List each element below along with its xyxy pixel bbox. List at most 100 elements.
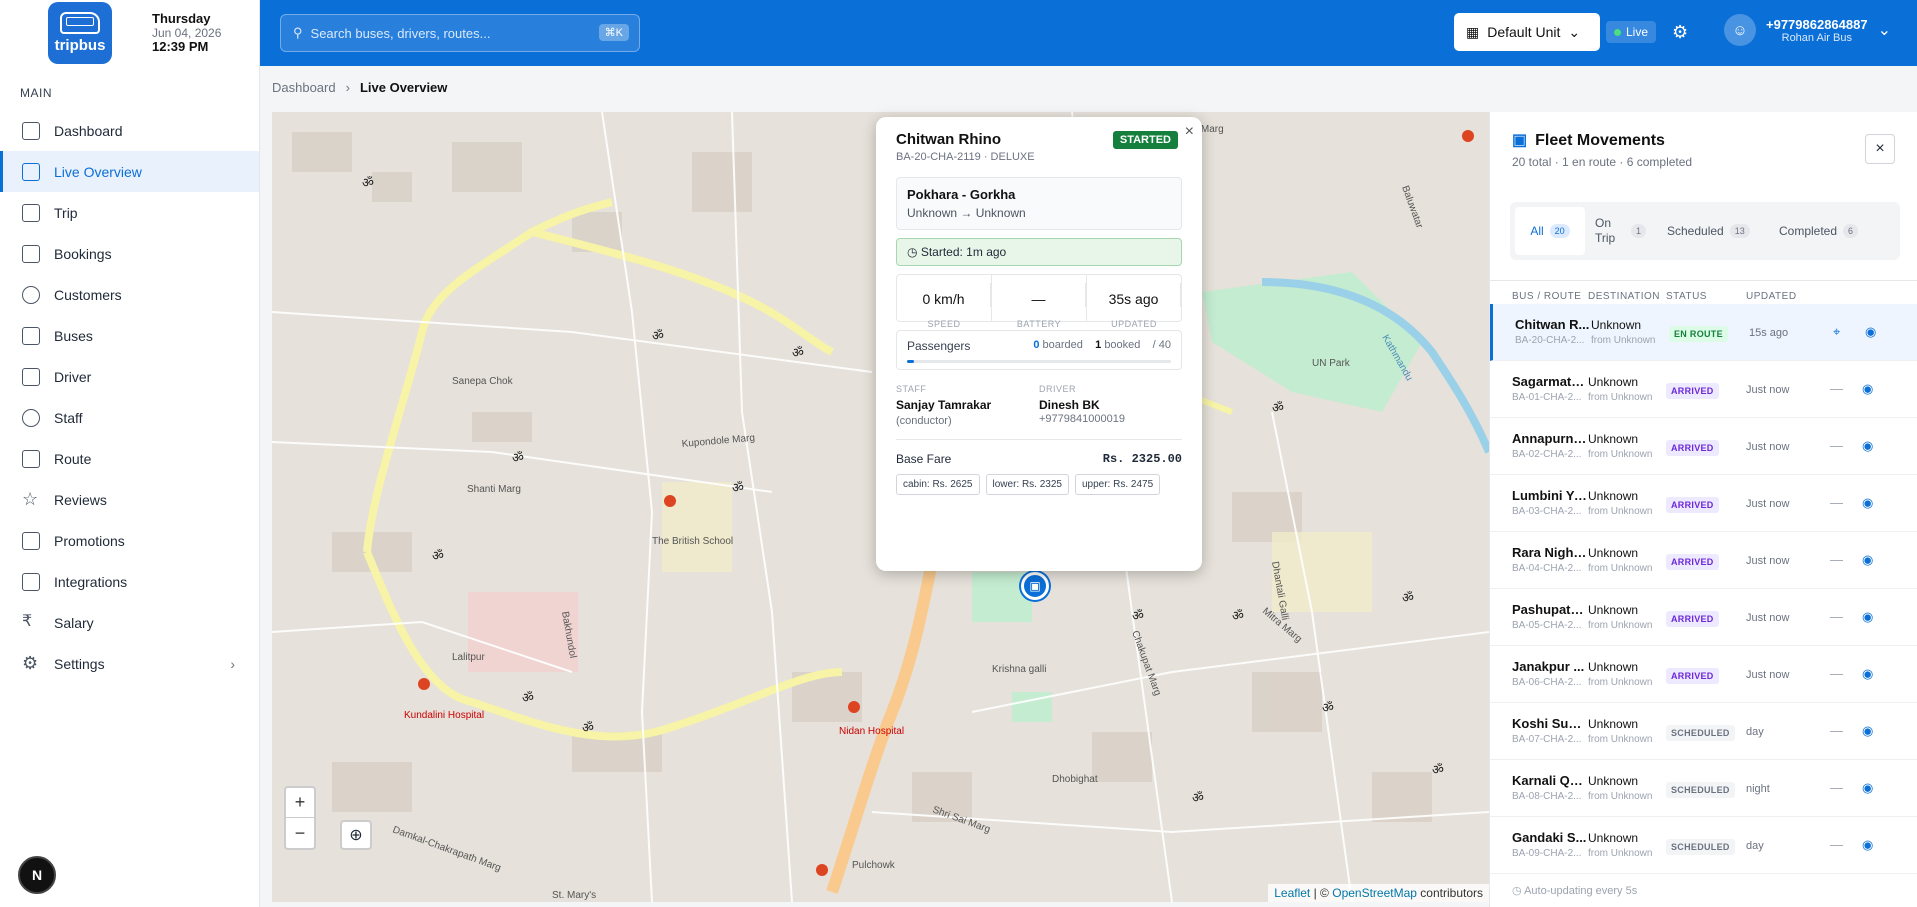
table-row[interactable]: Koshi Super BA-07-CHA-2... Unknown from Unk… bbox=[1490, 703, 1917, 760]
svg-text:ॐ: ॐ bbox=[522, 691, 534, 706]
fleet-subtitle: 20 total · 1 en route · 6 completed bbox=[1512, 155, 1693, 169]
status-badge: ARRIVED bbox=[1666, 440, 1719, 456]
booked-text: booked bbox=[1104, 339, 1141, 351]
date-time: Thursday Jun 04, 2026 12:39 PM bbox=[152, 12, 221, 54]
sidebar-item-dashboard[interactable]: Dashboard bbox=[0, 110, 259, 151]
table-row[interactable]: Pashupati ... BA-05-CHA-2... Unknown from U… bbox=[1490, 589, 1917, 646]
table-row[interactable]: Annapurna... BA-02-CHA-2... Unknown from Un… bbox=[1490, 418, 1917, 475]
table-row[interactable]: Janakpur ... BA-06-CHA-2... Unknown from Un… bbox=[1490, 646, 1917, 703]
tab-scheduled[interactable]: Scheduled 13 bbox=[1657, 224, 1769, 238]
dash-icon: — bbox=[1830, 723, 1843, 738]
unit-select[interactable]: ▦ Default Unit ⌄ bbox=[1454, 13, 1600, 51]
stat-value: — bbox=[992, 283, 1086, 307]
live-dot-icon bbox=[1614, 28, 1621, 36]
sidebar-item-driver[interactable]: Driver bbox=[0, 356, 259, 397]
svg-text:ॐ: ॐ bbox=[1232, 609, 1244, 624]
user-avatar-icon: ☺ bbox=[1724, 14, 1756, 46]
breadcrumb-root[interactable]: Dashboard bbox=[272, 80, 336, 95]
chevron-down-icon: ⌄ bbox=[1877, 22, 1891, 39]
user-initial-avatar[interactable]: N bbox=[18, 856, 56, 894]
bus-plate: BA-05-CHA-2... bbox=[1512, 620, 1582, 631]
brand-area: tripbus Thursday Jun 04, 2026 12:39 PM bbox=[0, 0, 260, 66]
view-eye-icon[interactable]: ◉ bbox=[1865, 324, 1876, 340]
status-badge: ARRIVED bbox=[1666, 554, 1719, 570]
map-label: Nidan Hospital bbox=[839, 726, 904, 737]
table-row[interactable]: Lumbini Ya... BA-03-CHA-2... Unknown from U… bbox=[1490, 475, 1917, 532]
sidebar-item-bookings[interactable]: Bookings bbox=[0, 233, 259, 274]
fare-chip: cabin: Rs. 2625 bbox=[896, 474, 980, 495]
dash-icon: — bbox=[1830, 495, 1843, 510]
view-eye-icon[interactable]: ◉ bbox=[1862, 495, 1873, 511]
view-eye-icon[interactable]: ◉ bbox=[1862, 780, 1873, 796]
table-row[interactable]: Chitwan R... BA-20-CHA-2... Unknown from Un… bbox=[1490, 304, 1917, 361]
stat-value: 0 km/h bbox=[897, 283, 991, 307]
locate-icon[interactable]: ⌖ bbox=[1833, 324, 1840, 340]
table-row[interactable]: Sagarmath... BA-01-CHA-2... Unknown from Un… bbox=[1490, 361, 1917, 418]
table-row[interactable]: Rara Night... BA-04-CHA-2... Unknown from U… bbox=[1490, 532, 1917, 589]
sidebar-item-staff[interactable]: Staff bbox=[0, 397, 259, 438]
destination: Unknown bbox=[1588, 489, 1639, 503]
table-row[interactable]: Karnali Qu... BA-08-CHA-2... Unknown from U… bbox=[1490, 760, 1917, 817]
bus-plate: BA-01-CHA-2... bbox=[1512, 392, 1582, 403]
sidebar-item-salary[interactable]: ₹ Salary bbox=[0, 602, 259, 643]
updated-time: Just now bbox=[1746, 612, 1790, 624]
tab-count: 13 bbox=[1729, 224, 1750, 238]
status-badge: ARRIVED bbox=[1666, 668, 1719, 684]
sidebar-item-buses[interactable]: Buses bbox=[0, 315, 259, 356]
updated-time: night bbox=[1746, 783, 1770, 795]
destination: Unknown bbox=[1588, 603, 1639, 617]
sidebar-item-promotions[interactable]: Promotions bbox=[0, 520, 259, 561]
tab-completed[interactable]: Completed 6 bbox=[1769, 224, 1879, 238]
bus-marker-icon[interactable]: ▣ bbox=[1021, 572, 1049, 600]
tab-all[interactable]: All 20 bbox=[1515, 207, 1585, 255]
sidebar-item-live-overview[interactable]: Live Overview bbox=[0, 151, 259, 192]
destination: Unknown bbox=[1588, 717, 1639, 731]
status-badge: ARRIVED bbox=[1666, 611, 1719, 627]
route-endpoints: Unknown → Unknown bbox=[907, 206, 1026, 220]
sidebar-item-route[interactable]: Route bbox=[0, 438, 259, 479]
locate-button[interactable]: ⊕ bbox=[340, 820, 372, 850]
settings-gear-icon[interactable]: ⚙ bbox=[1672, 22, 1688, 43]
zoom-control: + − bbox=[284, 786, 316, 850]
bus-name: Pashupati ... bbox=[1512, 602, 1587, 617]
search-input[interactable]: ⚲ Search buses, drivers, routes... ⌘K bbox=[280, 14, 640, 52]
close-panel-button[interactable]: × bbox=[1865, 134, 1895, 164]
stats-row: 0 km/h SPEED — BATTERY 35s ago UPDATED bbox=[896, 274, 1182, 329]
bus-name: Lumbini Ya... bbox=[1512, 488, 1587, 503]
updated-time: Just now bbox=[1746, 555, 1790, 567]
table-row[interactable]: Gandaki S... BA-09-CHA-2... Unknown from Un… bbox=[1490, 817, 1917, 874]
origin: from Unknown bbox=[1588, 677, 1653, 688]
status-badge: ARRIVED bbox=[1666, 383, 1719, 399]
view-eye-icon[interactable]: ◉ bbox=[1862, 552, 1873, 568]
tab-label: Scheduled bbox=[1667, 224, 1724, 238]
zoom-in-button[interactable]: + bbox=[286, 788, 314, 818]
close-icon[interactable]: × bbox=[1185, 123, 1194, 141]
fleet-tabs: All 20 On Trip 1 Scheduled 13 Completed 6 bbox=[1510, 202, 1900, 260]
sidebar-item-reviews[interactable]: ☆ Reviews bbox=[0, 479, 259, 520]
chevron-right-icon: › bbox=[230, 655, 235, 672]
zoom-out-button[interactable]: − bbox=[286, 818, 314, 848]
view-eye-icon[interactable]: ◉ bbox=[1862, 666, 1873, 682]
bus-plate: BA-09-CHA-2... bbox=[1512, 848, 1582, 859]
view-eye-icon[interactable]: ◉ bbox=[1862, 438, 1873, 454]
sidebar-item-label: Customers bbox=[54, 286, 122, 303]
stat-label: SPEED bbox=[927, 319, 961, 329]
user-menu[interactable]: ☺ +9779862864887 Rohan Air Bus ⌄ bbox=[1724, 14, 1891, 46]
leaflet-link[interactable]: Leaflet bbox=[1274, 886, 1310, 900]
origin: from Unknown bbox=[1588, 791, 1653, 802]
view-eye-icon[interactable]: ◉ bbox=[1862, 381, 1873, 397]
search-placeholder: Search buses, drivers, routes... bbox=[310, 25, 491, 41]
sidebar-item-customers[interactable]: Customers bbox=[0, 274, 259, 315]
view-eye-icon[interactable]: ◉ bbox=[1862, 837, 1873, 853]
osm-link[interactable]: OpenStreetMap bbox=[1332, 886, 1417, 900]
attribution-sep: | © bbox=[1313, 886, 1329, 900]
bus-popup: × Chitwan Rhino BA-20-CHA-2119 · DELUXE … bbox=[876, 117, 1202, 571]
fare-label: Base Fare bbox=[896, 452, 952, 466]
view-eye-icon[interactable]: ◉ bbox=[1862, 723, 1873, 739]
sidebar-item-integrations[interactable]: Integrations bbox=[0, 561, 259, 602]
tab-on-trip[interactable]: On Trip 1 bbox=[1585, 216, 1657, 246]
tripbus-logo[interactable]: tripbus bbox=[48, 2, 112, 64]
view-eye-icon[interactable]: ◉ bbox=[1862, 609, 1873, 625]
sidebar-item-settings[interactable]: ⚙ Settings › bbox=[0, 643, 259, 684]
sidebar-item-trip[interactable]: Trip bbox=[0, 192, 259, 233]
